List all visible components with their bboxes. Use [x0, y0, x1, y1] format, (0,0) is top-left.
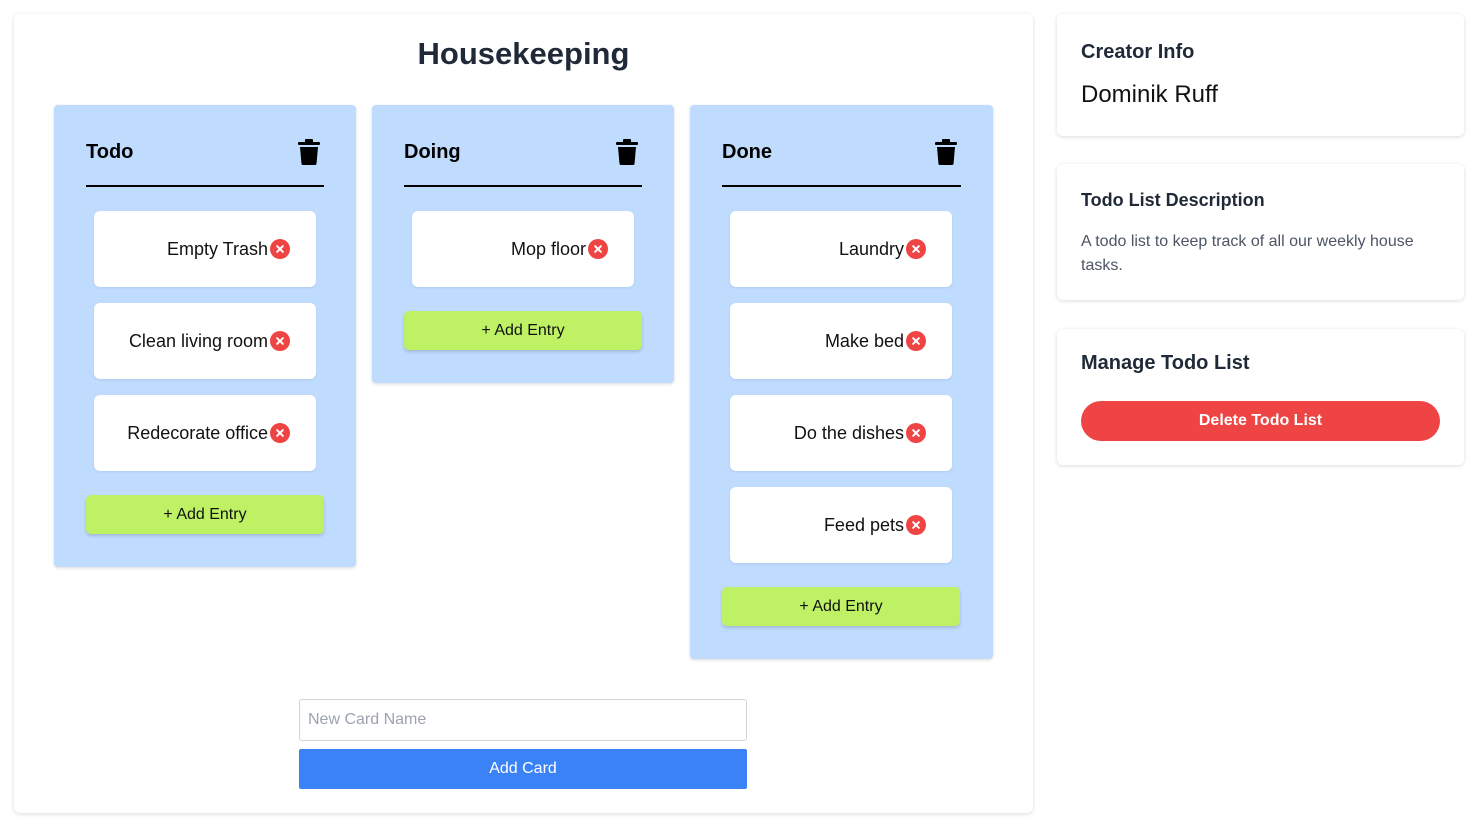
description-card: Todo List Description A todo list to kee…: [1057, 164, 1464, 300]
description-heading: Todo List Description: [1081, 190, 1265, 210]
manage-card: Manage Todo List Delete Todo List: [1057, 329, 1464, 465]
column-title: Done: [722, 141, 772, 163]
column-header: Doing: [404, 139, 642, 187]
column-title: Doing: [404, 141, 461, 163]
manage-heading: Manage Todo List: [1081, 352, 1250, 374]
remove-entry-icon[interactable]: [270, 331, 290, 351]
remove-entry-icon[interactable]: [906, 239, 926, 259]
entry-label: Make bed: [824, 331, 904, 351]
board-panel: Housekeeping Todo Empty Trash Clean livi…: [14, 14, 1033, 813]
remove-entry-icon[interactable]: [906, 331, 926, 351]
new-card-name-input[interactable]: [299, 699, 747, 741]
trash-icon[interactable]: [298, 139, 320, 165]
entry-card[interactable]: Redecorate office: [94, 395, 316, 471]
entry-card[interactable]: Laundry: [730, 211, 952, 287]
column-header: Done: [722, 139, 961, 187]
delete-todo-list-button[interactable]: Delete Todo List: [1081, 401, 1440, 441]
creator-info-heading: Creator Info: [1081, 41, 1195, 63]
board-title: Housekeeping: [417, 36, 630, 71]
entry-label: Empty Trash: [166, 239, 268, 259]
entry-card[interactable]: Mop floor: [412, 211, 634, 287]
remove-entry-icon[interactable]: [906, 515, 926, 535]
add-card-button[interactable]: Add Card: [299, 749, 747, 789]
trash-icon[interactable]: [616, 139, 638, 165]
remove-entry-icon[interactable]: [270, 423, 290, 443]
entry-label: Do the dishes: [793, 423, 904, 443]
add-entry-button[interactable]: + Add Entry: [722, 587, 960, 626]
description-text: A todo list to keep track of all our wee…: [1081, 233, 1414, 274]
entry-card[interactable]: Do the dishes: [730, 395, 952, 471]
entry-label: Mop floor: [510, 239, 586, 259]
entry-label: Feed pets: [823, 515, 904, 535]
creator-info-card: Creator Info Dominik Ruff: [1057, 14, 1464, 136]
entry-card[interactable]: Feed pets: [730, 487, 952, 563]
column-doing: Doing Mop floor + Add Entry: [372, 105, 674, 383]
column-done: Done Laundry Make bed Do the dishes Feed…: [690, 105, 993, 659]
trash-icon[interactable]: [935, 139, 957, 165]
column-title: Todo: [86, 141, 134, 163]
entry-label: Clean living room: [128, 331, 268, 351]
entry-card[interactable]: Make bed: [730, 303, 952, 379]
entry-label: Laundry: [838, 239, 904, 259]
column-header: Todo: [86, 139, 324, 187]
remove-entry-icon[interactable]: [270, 239, 290, 259]
add-entry-button[interactable]: + Add Entry: [404, 311, 642, 350]
add-entry-button[interactable]: + Add Entry: [86, 495, 324, 534]
entry-card[interactable]: Clean living room: [94, 303, 316, 379]
creator-name: Dominik Ruff: [1081, 81, 1218, 108]
entry-card[interactable]: Empty Trash: [94, 211, 316, 287]
remove-entry-icon[interactable]: [906, 423, 926, 443]
column-todo: Todo Empty Trash Clean living room Redec…: [54, 105, 356, 567]
entry-label: Redecorate office: [127, 423, 268, 443]
remove-entry-icon[interactable]: [588, 239, 608, 259]
